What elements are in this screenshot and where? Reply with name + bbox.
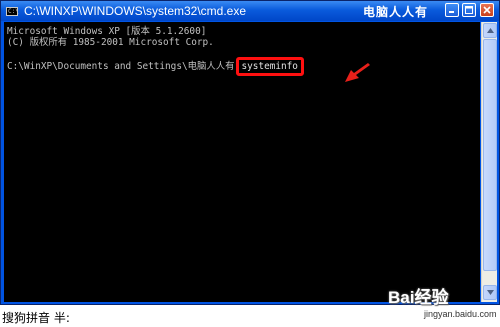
title-bar[interactable]: C:\ C:\WINXP\WINDOWS\system32\cmd.exe 电脑… <box>1 1 499 21</box>
cmd-icon[interactable]: C:\ <box>6 6 19 16</box>
baidu-logo: Bai经验 <box>388 288 449 307</box>
minimize-button[interactable] <box>445 3 459 17</box>
console-output[interactable]: Microsoft Windows XP [版本 5.1.2600] (C) 版… <box>4 22 480 302</box>
close-button[interactable] <box>480 3 494 17</box>
maximize-button[interactable] <box>462 3 476 17</box>
maximize-icon <box>465 6 473 14</box>
minimize-icon <box>449 11 454 13</box>
red-arrow-icon <box>345 63 370 82</box>
baidu-url: jingyan.baidu.com <box>424 309 497 319</box>
scroll-thumb[interactable] <box>483 39 497 271</box>
console-prompt-line: C:\WinXP\Documents and Settings\电脑人人有 sys… <box>7 57 304 76</box>
window-title: C:\WINXP\WINDOWS\system32\cmd.exe <box>24 4 247 18</box>
arrow-up-icon <box>486 28 494 33</box>
console-line-copyright: (C) 版权所有 1985-2001 Microsoft Corp. <box>7 37 214 48</box>
cmd-window: C:\ C:\WINXP\WINDOWS\system32\cmd.exe 电脑… <box>0 0 500 305</box>
title-watermark: 电脑人人有 <box>363 5 429 19</box>
vertical-scrollbar[interactable] <box>481 22 497 302</box>
ime-status-text: 搜狗拼音 半: <box>2 311 70 325</box>
typed-command: systeminfo <box>235 57 304 76</box>
baidu-watermark: Bai经验 jingyan.baidu.com <box>388 283 497 325</box>
scroll-up-button[interactable] <box>483 23 497 38</box>
console-prompt: C:\WinXP\Documents and Settings\电脑人人有 <box>7 61 235 72</box>
close-icon <box>483 6 491 14</box>
